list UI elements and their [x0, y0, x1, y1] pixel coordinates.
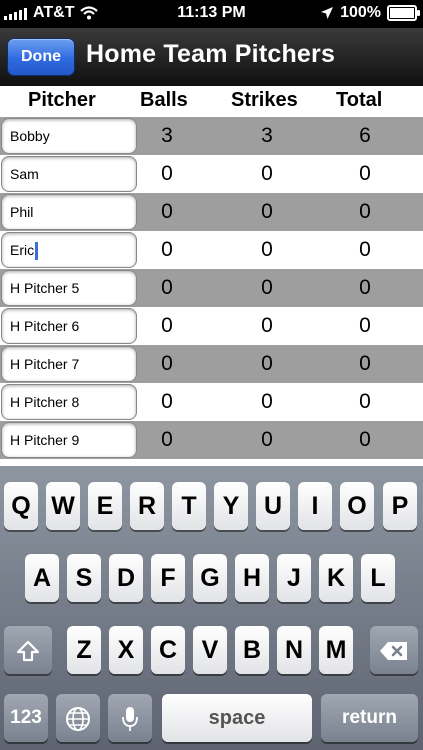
key-k[interactable]: K	[319, 554, 353, 602]
key-n[interactable]: N	[277, 626, 311, 674]
pitcher-name-input[interactable]: Eric	[2, 233, 136, 267]
header-pitcher: Pitcher	[28, 89, 96, 111]
key-i[interactable]: I	[298, 482, 332, 530]
table-row: H Pitcher 5 0 0 0	[0, 269, 423, 307]
pitcher-table: Bobby 3 3 6 Sam 0 0 0 Phil 0 0 0 Eric 0 …	[0, 117, 423, 459]
table-row: Phil 0 0 0	[0, 193, 423, 231]
key-s[interactable]: S	[67, 554, 101, 602]
battery-icon	[387, 5, 420, 21]
table-row: H Pitcher 9 0 0 0	[0, 421, 423, 459]
key-h[interactable]: H	[235, 554, 269, 602]
total-value: 0	[359, 238, 371, 261]
numbers-key[interactable]: 123	[4, 694, 48, 742]
strikes-value: 0	[261, 238, 273, 261]
table-row: Eric 0 0 0	[0, 231, 423, 269]
key-r[interactable]: R	[130, 482, 164, 530]
location-arrow-icon	[321, 7, 334, 19]
total-value: 0	[359, 314, 371, 337]
strikes-value: 0	[261, 428, 273, 451]
balls-value: 0	[161, 238, 173, 261]
balls-value: 0	[161, 276, 173, 299]
table-row: Bobby 3 3 6	[0, 117, 423, 155]
key-t[interactable]: T	[172, 482, 206, 530]
balls-value: 0	[161, 352, 173, 375]
header-total: Total	[336, 89, 383, 111]
shift-arrow-icon	[16, 641, 40, 662]
key-v[interactable]: V	[193, 626, 227, 674]
balls-value: 0	[161, 390, 173, 413]
pitcher-name-input[interactable]: H Pitcher 5	[2, 271, 136, 305]
strikes-value: 0	[261, 276, 273, 299]
globe-icon	[66, 707, 90, 732]
key-b[interactable]: B	[235, 626, 269, 674]
text-cursor	[35, 242, 39, 261]
balls-value: 0	[161, 428, 173, 451]
balls-value: 3	[161, 124, 173, 147]
strikes-value: 0	[261, 352, 273, 375]
total-value: 6	[359, 124, 371, 147]
key-g[interactable]: G	[193, 554, 227, 602]
key-z[interactable]: Z	[67, 626, 101, 674]
delete-key[interactable]	[370, 626, 418, 674]
table-row: H Pitcher 8 0 0 0	[0, 383, 423, 421]
key-o[interactable]: O	[340, 482, 374, 530]
table-row: Sam 0 0 0	[0, 155, 423, 193]
total-value: 0	[359, 276, 371, 299]
total-value: 0	[359, 200, 371, 223]
strikes-value: 0	[261, 314, 273, 337]
total-value: 0	[359, 162, 371, 185]
total-value: 0	[359, 352, 371, 375]
balls-value: 0	[161, 314, 173, 337]
table-header: Pitcher Balls Strikes Total	[0, 86, 423, 116]
strikes-value: 0	[261, 200, 273, 223]
navigation-bar: Done Home Team Pitchers	[0, 28, 423, 86]
pitcher-name-input[interactable]: H Pitcher 9	[2, 423, 136, 457]
shift-key[interactable]	[4, 626, 52, 674]
header-strikes: Strikes	[231, 89, 298, 111]
strikes-value: 0	[261, 162, 273, 185]
status-right: 100%	[320, 4, 420, 22]
microphone-icon	[122, 707, 138, 732]
status-bar: AT&T 11:13 PM 100%	[0, 0, 423, 28]
key-d[interactable]: D	[109, 554, 143, 602]
key-f[interactable]: F	[151, 554, 185, 602]
table-row: H Pitcher 7 0 0 0	[0, 345, 423, 383]
header-balls: Balls	[140, 89, 188, 111]
key-m[interactable]: M	[319, 626, 353, 674]
key-p[interactable]: P	[383, 482, 417, 530]
return-key[interactable]: return	[321, 694, 418, 742]
total-value: 0	[359, 390, 371, 413]
key-y[interactable]: Y	[214, 482, 248, 530]
key-u[interactable]: U	[256, 482, 290, 530]
dictation-key[interactable]	[108, 694, 152, 742]
key-l[interactable]: L	[361, 554, 395, 602]
balls-value: 0	[161, 162, 173, 185]
key-x[interactable]: X	[109, 626, 143, 674]
key-q[interactable]: Q	[4, 482, 38, 530]
strikes-value: 0	[261, 390, 273, 413]
key-c[interactable]: C	[151, 626, 185, 674]
balls-value: 0	[161, 200, 173, 223]
pitcher-name-input[interactable]: H Pitcher 6	[2, 309, 136, 343]
pitcher-name-input[interactable]: Phil	[2, 195, 136, 229]
table-row: H Pitcher 6 0 0 0	[0, 307, 423, 345]
key-e[interactable]: E	[88, 482, 122, 530]
pitcher-name-input[interactable]: Sam	[2, 157, 136, 191]
done-button[interactable]: Done	[7, 38, 75, 76]
key-a[interactable]: A	[25, 554, 59, 602]
keyboard: Q W E R T Y U I O P A S D F G H J K L Z …	[0, 466, 423, 750]
pitcher-name-input[interactable]: H Pitcher 8	[2, 385, 136, 419]
page-title: Home Team Pitchers	[86, 40, 336, 68]
globe-key[interactable]	[56, 694, 100, 742]
backspace-icon	[380, 642, 407, 661]
total-value: 0	[359, 428, 371, 451]
space-key[interactable]: space	[162, 694, 312, 742]
key-j[interactable]: J	[277, 554, 311, 602]
pitcher-name-input[interactable]: H Pitcher 7	[2, 347, 136, 381]
battery-label: 100%	[340, 4, 381, 21]
pitcher-name-input[interactable]: Bobby	[2, 119, 136, 153]
key-w[interactable]: W	[46, 482, 80, 530]
strikes-value: 3	[261, 124, 273, 147]
